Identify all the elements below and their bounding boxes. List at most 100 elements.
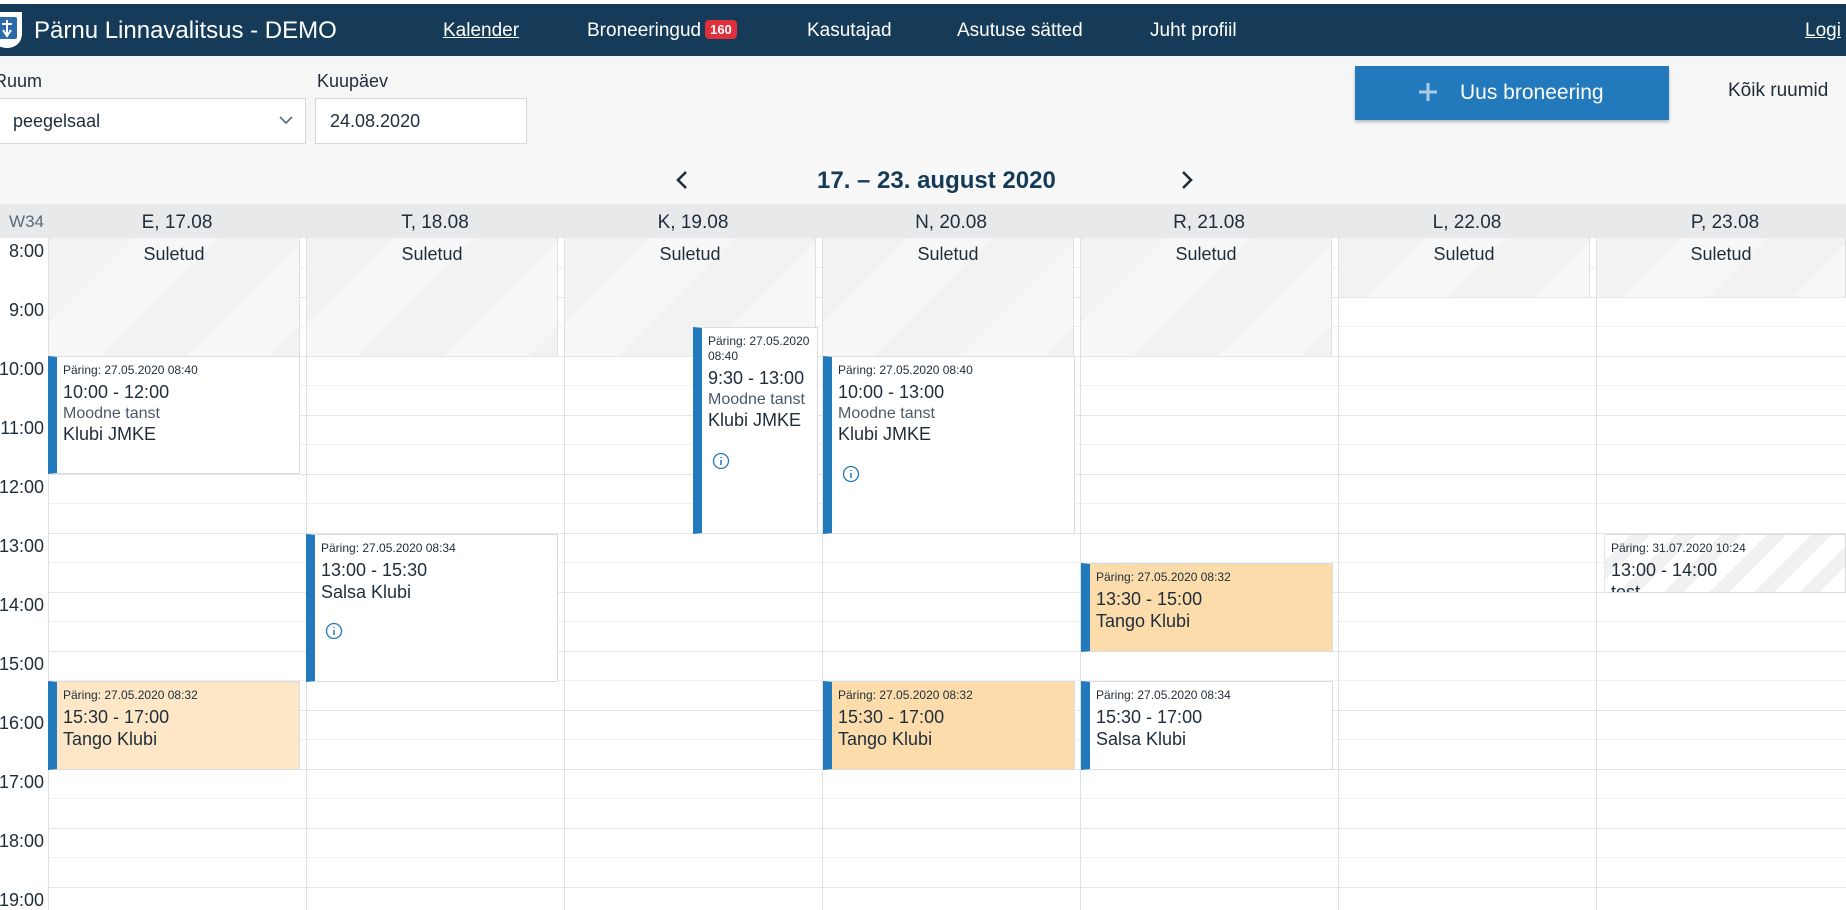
room-select-value: peegelsaal [13, 111, 101, 131]
closed-label: Suletud [1175, 244, 1237, 264]
week-calendar: W34 E, 17.08 T, 18.08 K, 19.08 N, 20.08 … [0, 204, 1846, 910]
nav-bookings-label: Broneeringud [587, 20, 702, 41]
day-header: K, 19.08 [657, 212, 729, 233]
room-select[interactable]: peegelsaal [0, 98, 306, 144]
top-navigation-bar: Pärnu Linnavalitsus - DEMO Kalender Bron… [0, 4, 1846, 56]
new-booking-label: Uus broneering [1460, 81, 1604, 104]
room-label: Ruum [0, 71, 43, 91]
date-input[interactable]: 24.08.2020 [315, 98, 527, 144]
event-club: test [1611, 582, 1641, 593]
hour-label: 12:00 [0, 477, 44, 497]
event-time: 13:00 - 15:30 [321, 560, 428, 580]
event-type: Moodne tanst [838, 405, 935, 422]
request-date: Päring: 31.07.2020 10:24 [1611, 541, 1746, 555]
booking-event[interactable]: Päring: 27.05.2020 08:32 15:30 - 17:00 T… [823, 681, 1075, 770]
event-club: Tango Klubi [63, 729, 158, 749]
event-club: Tango Klubi [1096, 611, 1191, 631]
closed-block: Suletud [307, 238, 558, 356]
nav-login-link[interactable]: Logi [1805, 20, 1841, 42]
event-time: 13:30 - 15:00 [1096, 589, 1203, 609]
day-header: P, 23.08 [1690, 212, 1760, 233]
plus-icon [1419, 83, 1437, 101]
closed-block: Suletud [1597, 238, 1846, 297]
week-navigation: 17. – 23. august 2020 [0, 152, 1846, 204]
event-time: 13:00 - 14:00 [1611, 560, 1718, 580]
calendar-body[interactable]: Suletud Suletud Suletud Suletud Suletud … [0, 238, 1846, 910]
week-range-title: 17. – 23. august 2020 [817, 167, 1056, 194]
event-time: 15:30 - 17:00 [838, 707, 945, 727]
nav-bookings-link[interactable]: Broneeringud 160 [587, 20, 737, 42]
request-date: Päring: 27.05.2020 08:40 [708, 334, 810, 363]
closed-label: Suletud [401, 244, 463, 264]
date-input-value: 24.08.2020 [330, 111, 421, 131]
booking-event[interactable]: Päring: 27.05.2020 08:40 9:30 - 13:00 Mo… [693, 327, 818, 534]
request-date: Päring: 27.05.2020 08:34 [1096, 688, 1231, 702]
event-club: Klubi JMKE [63, 424, 157, 444]
chevron-down-icon [279, 116, 293, 125]
all-rooms-link[interactable]: Kõik ruumid [1728, 80, 1828, 102]
event-time: 15:30 - 17:00 [63, 707, 170, 727]
event-club: Klubi JMKE [708, 410, 802, 430]
app-title[interactable]: Pärnu Linnavalitsus - DEMO [34, 17, 337, 45]
closed-block: Suletud [1339, 238, 1590, 297]
info-icon[interactable] [712, 452, 730, 470]
closed-label: Suletud [1433, 244, 1495, 264]
event-time: 15:30 - 17:00 [1096, 707, 1203, 727]
event-club: Salsa Klubi [1096, 729, 1187, 749]
filter-bar: Ruum peegelsaal Kuupäev 24.08.2020 Uus b… [0, 56, 1846, 153]
chevron-right-icon[interactable] [1180, 170, 1194, 190]
closed-block: Suletud [49, 238, 300, 356]
booking-event[interactable]: Päring: 27.05.2020 08:34 13:00 - 15:30 S… [306, 534, 558, 682]
event-club: Tango Klubi [838, 729, 933, 749]
booking-event[interactable]: Päring: 27.05.2020 08:40 10:00 - 13:00 M… [823, 356, 1075, 534]
city-logo-icon[interactable] [0, 12, 22, 48]
hour-label: 14:00 [0, 595, 44, 615]
closed-block: Suletud [1081, 238, 1332, 356]
booking-event[interactable]: Päring: 27.05.2020 08:32 15:30 - 17:00 T… [48, 681, 300, 770]
time-column: 8:00 9:00 10:00 11:00 12:00 13:00 14:00 … [0, 238, 48, 910]
day-header: L, 22.08 [1432, 212, 1502, 233]
event-time: 10:00 - 13:00 [838, 382, 945, 402]
bookings-count-badge: 160 [705, 20, 737, 39]
booking-event[interactable]: Päring: 31.07.2020 10:24 13:00 - 14:00 t… [1604, 534, 1846, 593]
event-club: Salsa Klubi [321, 582, 412, 602]
nav-profile-link[interactable]: Juht profiil [1150, 20, 1237, 42]
date-label: Kuupäev [317, 71, 389, 91]
hour-label: 15:00 [0, 654, 44, 674]
closed-label: Suletud [659, 244, 721, 264]
hour-label: 19:00 [0, 890, 44, 910]
info-icon[interactable] [842, 465, 860, 483]
hour-label: 18:00 [0, 831, 44, 851]
request-date: Päring: 27.05.2020 08:32 [1096, 570, 1231, 584]
event-time: 9:30 - 13:00 [708, 368, 805, 388]
hour-label: 8:00 [8, 241, 44, 261]
hour-label: 9:00 [8, 300, 44, 320]
hour-label: 16:00 [0, 713, 44, 733]
day-header: E, 17.08 [141, 212, 213, 233]
chevron-left-icon[interactable] [675, 170, 689, 190]
hour-label: 13:00 [0, 536, 44, 556]
booking-event[interactable]: Päring: 27.05.2020 08:32 13:30 - 15:00 T… [1081, 563, 1333, 652]
booking-event[interactable]: Päring: 27.05.2020 08:34 15:30 - 17:00 S… [1081, 681, 1333, 770]
hour-label: 10:00 [0, 359, 44, 379]
nav-users-link[interactable]: Kasutajad [807, 20, 892, 42]
request-date: Päring: 27.05.2020 08:40 [63, 363, 198, 377]
event-time: 10:00 - 12:00 [63, 382, 170, 402]
hour-label: 11:00 [0, 418, 44, 438]
event-type: Moodne tanst [63, 405, 160, 422]
week-number: W34 [9, 212, 44, 231]
closed-label: Suletud [917, 244, 979, 264]
booking-event[interactable]: Päring: 27.05.2020 08:40 10:00 - 12:00 M… [48, 356, 300, 474]
day-header: R, 21.08 [1173, 212, 1245, 233]
event-type: Moodne tanst [708, 391, 805, 408]
nav-settings-link[interactable]: Asutuse sätted [957, 20, 1083, 42]
request-date: Päring: 27.05.2020 08:32 [63, 688, 198, 702]
closed-label: Suletud [143, 244, 205, 264]
nav-calendar-link[interactable]: Kalender [443, 20, 519, 42]
closed-label: Suletud [1690, 244, 1752, 264]
info-icon[interactable] [325, 622, 343, 640]
event-club: Klubi JMKE [838, 424, 932, 444]
request-date: Päring: 27.05.2020 08:34 [321, 541, 456, 555]
day-header: N, 20.08 [915, 212, 987, 233]
new-booking-button[interactable]: Uus broneering [1355, 66, 1669, 120]
